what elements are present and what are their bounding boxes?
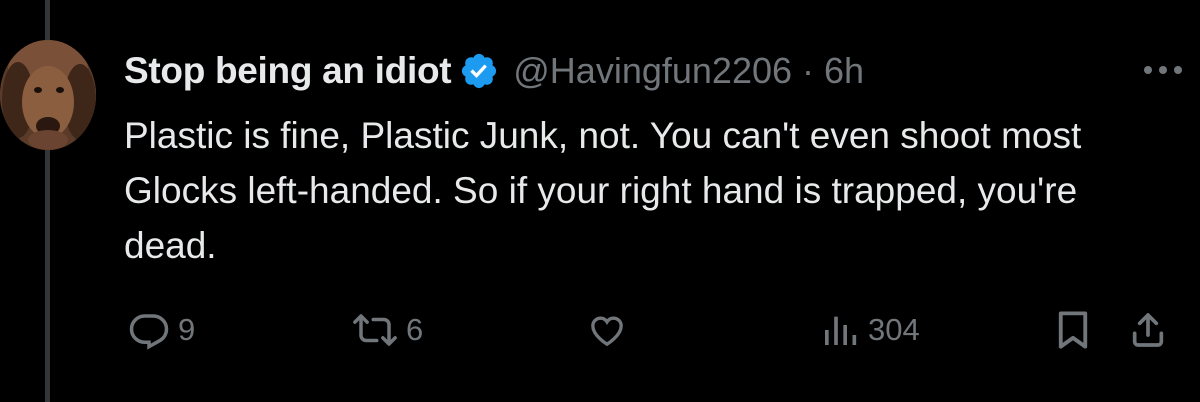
views-icon (820, 310, 860, 350)
timestamp[interactable]: 6h (824, 50, 864, 92)
retweet-icon (352, 309, 398, 351)
verified-badge-icon[interactable] (459, 51, 499, 91)
like-button[interactable] (586, 306, 636, 354)
like-icon (586, 310, 628, 350)
bloodhound-avatar-image (0, 40, 96, 150)
user-handle[interactable]: @Havingfun2206 (513, 50, 792, 92)
avatar[interactable] (0, 40, 96, 150)
reply-count: 9 (178, 312, 196, 347)
retweet-count: 6 (406, 312, 424, 347)
more-options-icon[interactable] (1140, 58, 1186, 82)
views-button[interactable]: 304 (820, 306, 920, 354)
bookmark-icon (1054, 309, 1092, 351)
reply-icon (128, 309, 170, 351)
display-name[interactable]: Stop being an idiot (124, 50, 452, 92)
bookmark-button[interactable] (1054, 306, 1092, 354)
tweet-header: Stop being an idiot @Havingfun2206 · 6h (124, 48, 864, 94)
share-button[interactable] (1128, 306, 1168, 354)
share-icon (1128, 309, 1168, 351)
retweet-button[interactable]: 6 (352, 306, 423, 354)
separator-dot: · (802, 50, 815, 91)
tweet-text: Plastic is fine, Plastic Junk, not. You … (124, 115, 1082, 266)
reply-button[interactable]: 9 (128, 306, 195, 354)
action-bar: 9 6 304 (124, 306, 1188, 354)
views-count: 304 (868, 312, 920, 347)
